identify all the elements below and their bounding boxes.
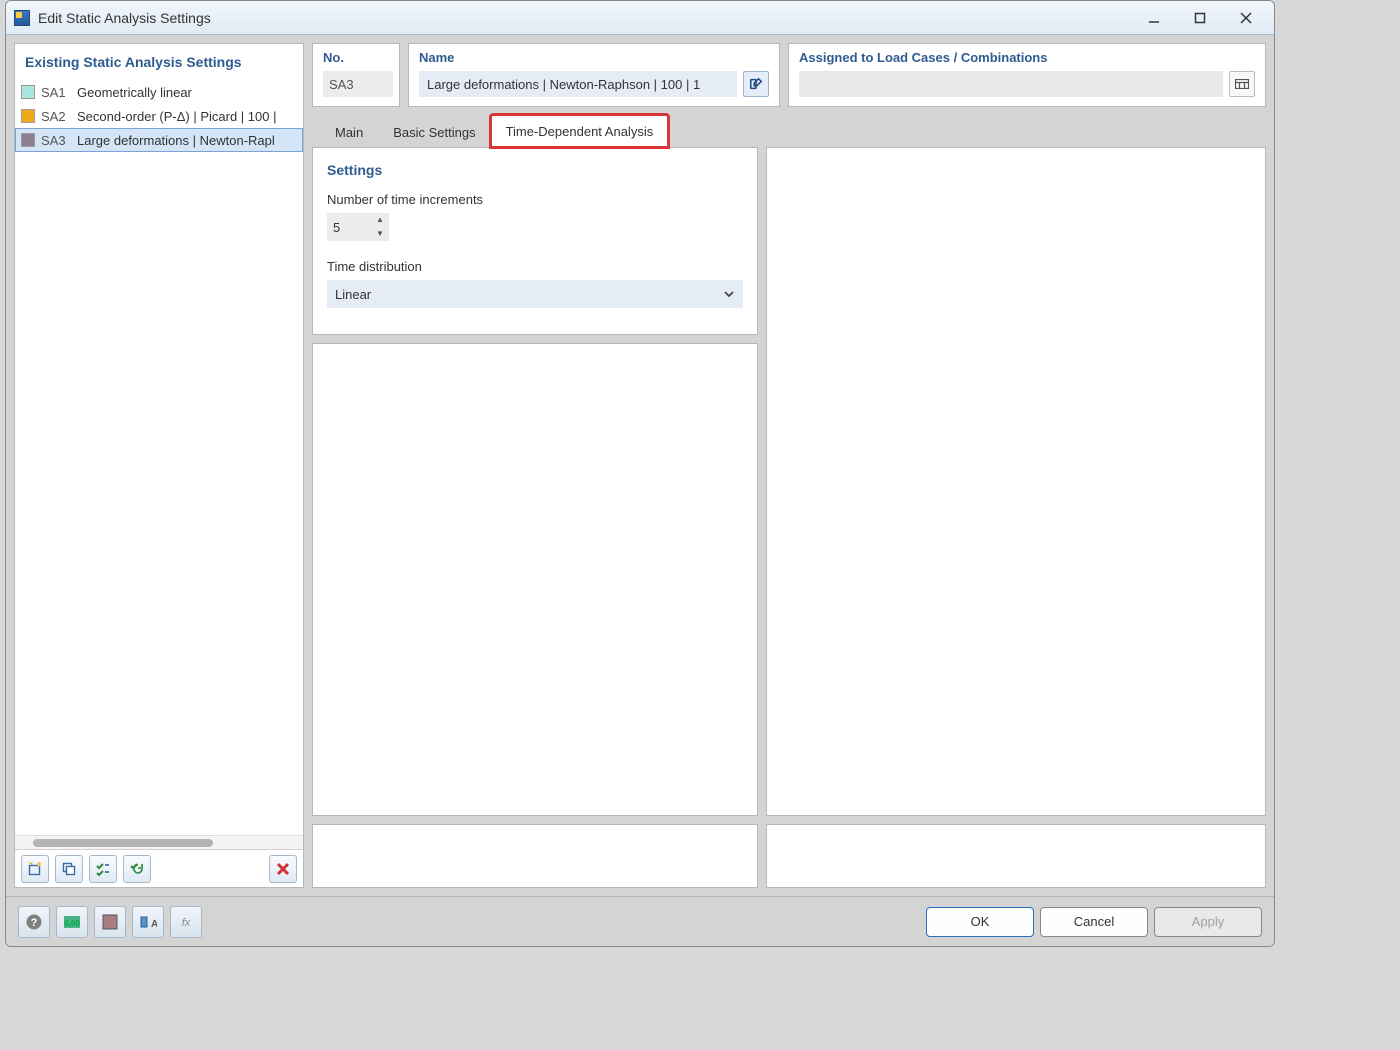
assigned-input[interactable] [799, 71, 1223, 97]
window-title: Edit Static Analysis Settings [38, 10, 1134, 26]
name-panel: Name [408, 43, 780, 107]
analysis-list[interactable]: SA1 Geometrically linear SA2 Second-orde… [15, 80, 303, 835]
color-swatch [21, 109, 35, 123]
increments-input[interactable] [327, 213, 371, 241]
assigned-browse-button[interactable] [1229, 71, 1255, 97]
analysis-row-sa2[interactable]: SA2 Second-order (P-Δ) | Picard | 100 | [15, 104, 303, 128]
dialog-window: Edit Static Analysis Settings Existing S… [5, 0, 1275, 947]
analysis-row-sa1[interactable]: SA1 Geometrically linear [15, 80, 303, 104]
svg-text:fx: fx [182, 917, 191, 929]
help-button[interactable]: ? [18, 906, 50, 938]
maximize-button[interactable] [1180, 6, 1220, 30]
no-input[interactable] [323, 71, 393, 97]
cancel-button[interactable]: Cancel [1040, 907, 1148, 937]
horizontal-scrollbar[interactable] [15, 835, 303, 849]
increments-spinner[interactable]: ▲ ▼ [327, 213, 389, 241]
apply-button[interactable]: Apply [1154, 907, 1262, 937]
preview-footer-panel [766, 824, 1266, 888]
titlebar[interactable]: Edit Static Analysis Settings [6, 1, 1274, 35]
settings-filler-panel [312, 343, 758, 816]
distribution-value: Linear [335, 287, 371, 302]
dialog-bottom-bar: ? 0,00 A fx OK Cancel Apply [6, 896, 1274, 946]
preview-panel [766, 147, 1266, 816]
no-label: No. [323, 50, 389, 65]
copy-item-button[interactable] [55, 855, 83, 883]
analysis-id: SA3 [41, 133, 71, 148]
color-swatch [21, 133, 35, 147]
tab-time-dependent-analysis[interactable]: Time-Dependent Analysis [491, 115, 669, 147]
settings-panel: Settings Number of time increments ▲ ▼ [312, 147, 758, 335]
settings-title: Settings [327, 162, 743, 178]
existing-settings-header: Existing Static Analysis Settings [15, 44, 303, 80]
distribution-dropdown[interactable]: Linear [327, 280, 743, 308]
analysis-name: Second-order (P-Δ) | Picard | 100 | [77, 109, 276, 124]
color-swatch [21, 85, 35, 99]
chevron-down-icon [723, 288, 735, 300]
tab-basic-settings[interactable]: Basic Settings [378, 117, 490, 147]
analysis-name: Geometrically linear [77, 85, 192, 100]
left-toolbar [15, 849, 303, 887]
color-button[interactable] [94, 906, 126, 938]
name-label: Name [419, 50, 769, 65]
new-item-button[interactable] [21, 855, 49, 883]
analysis-id: SA2 [41, 109, 71, 124]
assigned-label: Assigned to Load Cases / Combinations [799, 50, 1255, 65]
increments-step-down[interactable]: ▼ [371, 227, 389, 241]
no-panel: No. [312, 43, 400, 107]
analysis-row-sa3[interactable]: SA3 Large deformations | Newton-Rapl [15, 128, 303, 152]
units-button[interactable]: 0,00 [56, 906, 88, 938]
name-input[interactable] [419, 71, 737, 97]
svg-text:0,00: 0,00 [64, 919, 80, 928]
tabs-bar: Main Basic Settings Time-Dependent Analy… [312, 115, 1266, 147]
tab-main[interactable]: Main [320, 117, 378, 147]
increments-step-up[interactable]: ▲ [371, 213, 389, 227]
settings-footer-panel [312, 824, 758, 888]
existing-settings-panel: Existing Static Analysis Settings SA1 Ge… [14, 43, 304, 888]
edit-name-button[interactable] [743, 71, 769, 97]
distribution-label: Time distribution [327, 259, 743, 274]
fx-button[interactable]: fx [170, 906, 202, 938]
assigned-panel: Assigned to Load Cases / Combinations [788, 43, 1266, 107]
minimize-button[interactable] [1134, 6, 1174, 30]
increments-label: Number of time increments [327, 192, 743, 207]
analysis-name: Large deformations | Newton-Rapl [77, 133, 275, 148]
close-button[interactable] [1226, 6, 1266, 30]
app-icon [14, 10, 30, 26]
ok-button[interactable]: OK [926, 907, 1034, 937]
analysis-id: SA1 [41, 85, 71, 100]
rename-button[interactable]: A [132, 906, 164, 938]
check-all-button[interactable] [89, 855, 117, 883]
svg-text:?: ? [31, 917, 38, 929]
svg-text:A: A [151, 919, 157, 930]
delete-button[interactable] [269, 855, 297, 883]
refresh-check-button[interactable] [123, 855, 151, 883]
